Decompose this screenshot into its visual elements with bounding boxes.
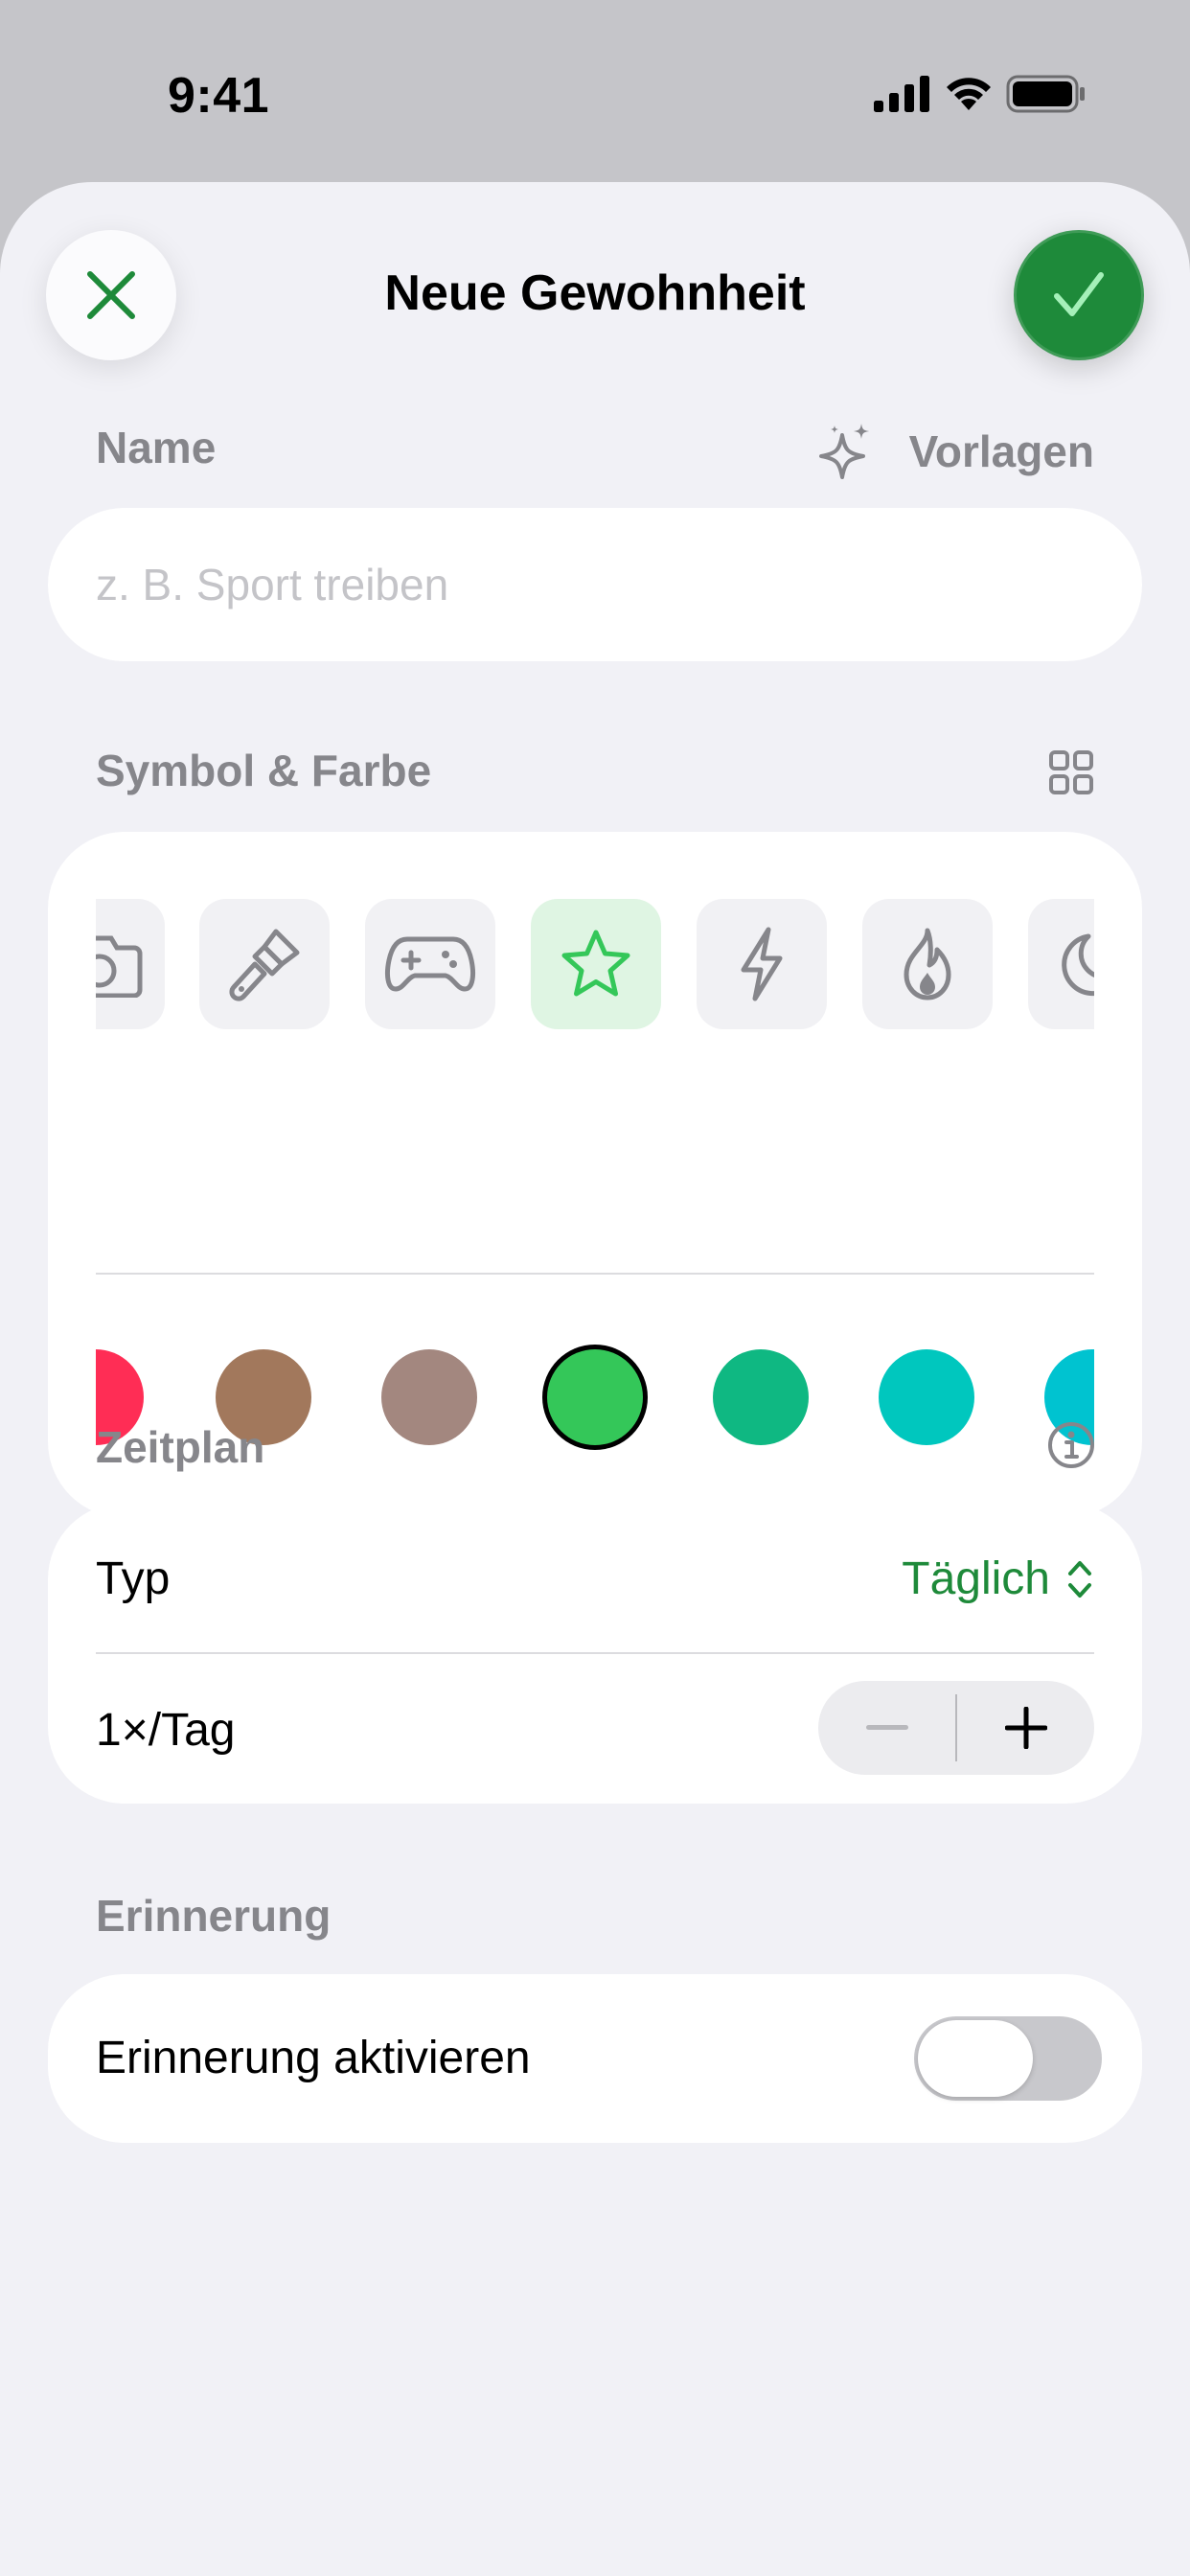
confirm-button[interactable]	[1014, 230, 1144, 360]
new-habit-sheet: Neue Gewohnheit Name Vorlagen Symbol & F…	[0, 182, 1190, 2576]
reminder-toggle-label: Erinnerung aktivieren	[96, 2033, 531, 2083]
divider	[96, 1652, 1094, 1654]
camera-icon	[96, 935, 143, 998]
minus-icon	[865, 1725, 908, 1730]
gamecontroller-icon	[385, 936, 475, 992]
symbol-moon[interactable]	[1028, 899, 1094, 1029]
increment-button[interactable]	[957, 1681, 1094, 1775]
symbol-color-card	[48, 832, 1142, 1518]
symbol-flame[interactable]	[862, 899, 993, 1029]
sparkles-icon	[818, 424, 869, 479]
templates-label: Vorlagen	[908, 426, 1094, 476]
symbol-section-label: Symbol & Farbe	[96, 746, 432, 795]
color-swatch-taupe[interactable]	[381, 1349, 477, 1445]
cellular-signal-icon	[874, 76, 929, 112]
type-picker[interactable]: Täglich	[902, 1552, 1094, 1605]
color-swatch-green[interactable]	[547, 1349, 643, 1445]
reminder-card: Erinnerung aktivieren	[48, 1974, 1142, 2143]
toggle-knob	[918, 2020, 1033, 2097]
symbol-gamecontroller[interactable]	[365, 899, 495, 1029]
bolt-icon	[741, 927, 783, 1001]
paintbrush-icon	[229, 929, 300, 1001]
symbol-picker[interactable]	[96, 899, 1094, 1029]
chevron-up-down-icon	[1068, 1560, 1091, 1598]
wifi-icon	[947, 78, 991, 110]
page-title: Neue Gewohnheit	[384, 265, 806, 321]
info-icon[interactable]	[1046, 1420, 1096, 1470]
name-section-label: Name	[96, 423, 217, 472]
battery-icon	[1006, 75, 1085, 113]
grid-icon[interactable]	[1048, 749, 1094, 795]
decrement-button[interactable]	[818, 1681, 955, 1775]
symbol-bolt[interactable]	[697, 899, 827, 1029]
frequency-stepper[interactable]	[818, 1681, 1094, 1775]
frequency-label: 1×/Tag	[96, 1705, 236, 1756]
symbol-star[interactable]	[531, 899, 661, 1029]
type-value: Täglich	[902, 1553, 1050, 1604]
symbol-camera[interactable]	[96, 899, 165, 1029]
name-input[interactable]	[48, 508, 1142, 661]
reminder-toggle[interactable]	[914, 2016, 1102, 2101]
schedule-section-label: Zeitplan	[96, 1422, 265, 1472]
color-swatch-teal[interactable]	[879, 1349, 974, 1445]
reminder-section-label: Erinnerung	[96, 1891, 332, 1941]
star-icon	[561, 930, 630, 997]
status-time: 9:41	[168, 68, 270, 124]
templates-button[interactable]: Vorlagen	[818, 422, 1094, 481]
status-bar: 9:41	[0, 0, 1190, 182]
schedule-card: Typ Täglich 1×/Tag	[48, 1503, 1142, 1804]
symbol-paintbrush[interactable]	[199, 899, 330, 1029]
flame-icon	[904, 928, 951, 1000]
color-swatch-emerald[interactable]	[713, 1349, 809, 1445]
divider	[96, 1273, 1094, 1275]
type-label: Typ	[96, 1553, 171, 1604]
status-icons	[874, 75, 1087, 113]
plus-icon	[1004, 1707, 1047, 1749]
moon-icon	[1062, 933, 1094, 997]
checkmark-icon	[1054, 272, 1104, 316]
